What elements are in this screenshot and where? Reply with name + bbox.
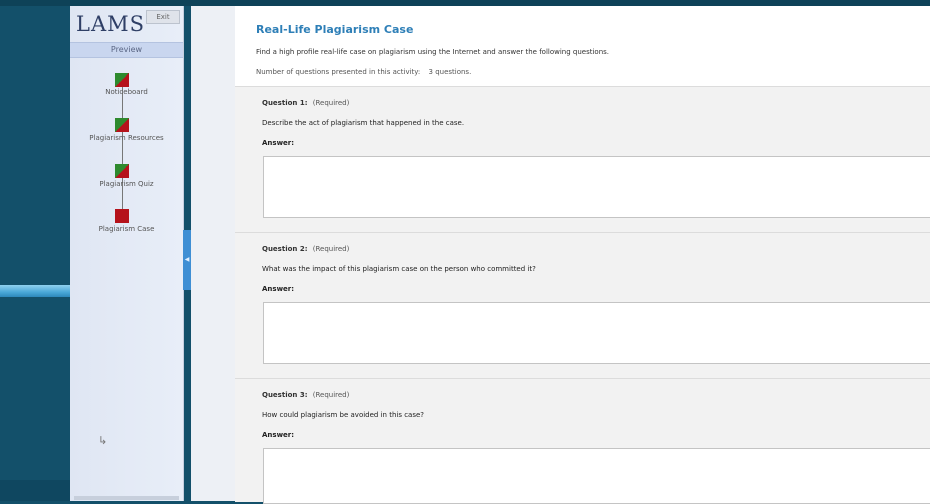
background-highlight-strip	[0, 285, 72, 297]
activity-label-case[interactable]: Plagiarism Case	[70, 225, 183, 233]
question-header: Question 1: (Required)	[262, 99, 349, 107]
question-block-2: Question 2: (Required) What was the impa…	[235, 232, 930, 378]
activity-instructions: Find a high profile real-life case on pl…	[256, 48, 610, 56]
question-text: How could plagiarism be avoided in this …	[262, 411, 425, 419]
lams-logo: LAMS	[76, 12, 145, 36]
mouse-cursor-icon: ↳	[98, 434, 108, 447]
learner-sidebar: LAMS Exit Preview Noticeboard Plagiarism…	[70, 6, 184, 501]
question-number: Question 2:	[262, 245, 308, 253]
activity-node-resources-icon[interactable]	[115, 118, 129, 132]
question-count-value: 3 questions.	[428, 68, 472, 76]
answer-label: Answer:	[262, 139, 295, 147]
answer-textarea-2[interactable]	[263, 302, 930, 364]
question-count: Number of questions presented in this ac…	[256, 68, 471, 76]
answer-textarea-3[interactable]	[263, 448, 930, 504]
answer-textarea-1[interactable]	[263, 156, 930, 218]
question-number: Question 3:	[262, 391, 308, 399]
required-marker: (Required)	[312, 391, 350, 399]
activity-content: Real-Life Plagiarism Case Find a high pr…	[235, 6, 930, 504]
preview-tab[interactable]: Preview	[70, 42, 183, 58]
question-block-3: Question 3: (Required) How could plagiar…	[235, 378, 930, 504]
question-text: Describe the act of plagiarism that happ…	[262, 119, 465, 127]
exit-button[interactable]: Exit	[146, 10, 180, 24]
activity-node-noticeboard-icon[interactable]	[115, 73, 129, 87]
question-text: What was the impact of this plagiarism c…	[262, 265, 536, 273]
question-header: Question 2: (Required)	[262, 245, 349, 253]
question-count-label: Number of questions presented in this ac…	[256, 68, 421, 76]
question-number: Question 1:	[262, 99, 308, 107]
required-marker: (Required)	[312, 245, 350, 253]
collapse-sidebar-handle-icon[interactable]: ◀	[183, 230, 191, 290]
activity-label-resources[interactable]: Plagiarism Resources	[70, 134, 183, 142]
background-bottom	[0, 480, 72, 501]
sidebar-bottom-bar	[74, 496, 179, 500]
activity-node-quiz-icon[interactable]	[115, 164, 129, 178]
activity-label-noticeboard[interactable]: Noticeboard	[70, 88, 183, 96]
activity-title: Real-Life Plagiarism Case	[256, 23, 414, 36]
question-block-1: Question 1: (Required) Describe the act …	[235, 86, 930, 232]
activity-node-case-icon[interactable]	[115, 209, 129, 223]
progress-connector	[122, 84, 123, 216]
answer-label: Answer:	[262, 285, 295, 293]
question-header: Question 3: (Required)	[262, 391, 349, 399]
answer-label: Answer:	[262, 431, 295, 439]
content-gutter	[191, 6, 235, 501]
required-marker: (Required)	[312, 99, 350, 107]
activity-label-quiz[interactable]: Plagiarism Quiz	[70, 180, 183, 188]
